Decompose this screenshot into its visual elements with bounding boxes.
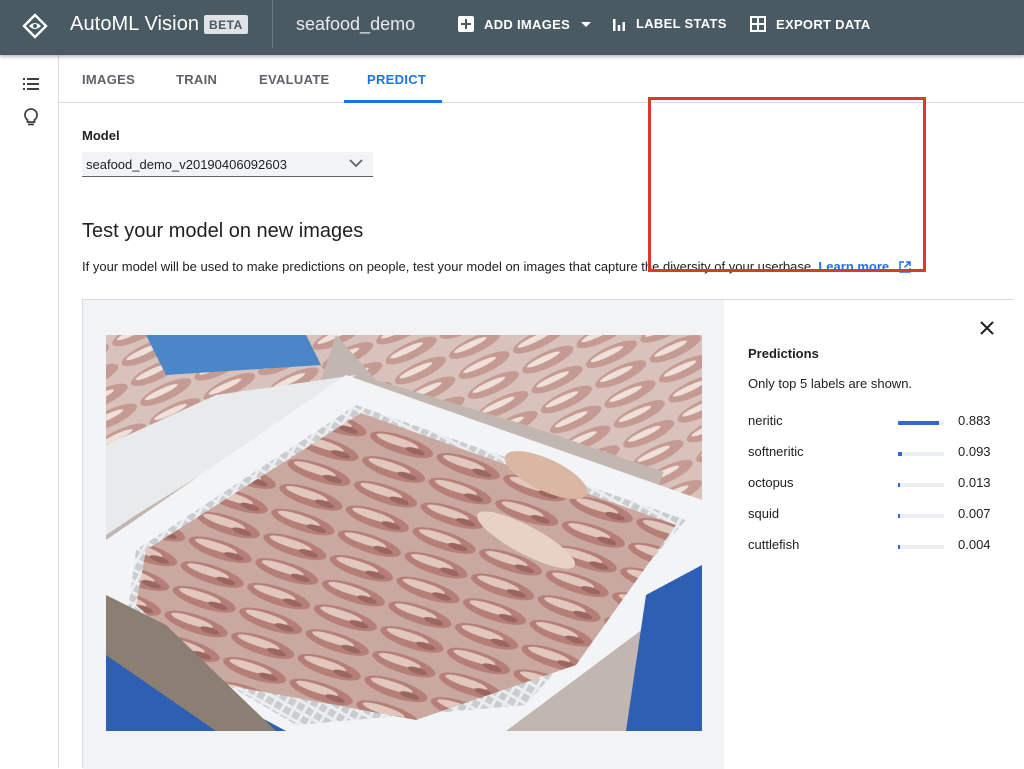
export-data-button[interactable]: EXPORT DATA (750, 16, 871, 32)
prediction-label: octopus (748, 475, 794, 490)
prediction-row: cuttlefish 0.004 (748, 537, 998, 557)
prediction-bar-fill (898, 452, 902, 456)
tab-bar: IMAGES TRAIN EVALUATE PREDICT (59, 55, 1024, 103)
left-rail (0, 55, 59, 768)
app-title: AutoML Vision (70, 13, 200, 35)
prediction-bar (898, 545, 944, 549)
tab-images[interactable]: IMAGES (82, 72, 135, 87)
list-icon[interactable] (21, 74, 41, 94)
bar-chart-icon (613, 18, 625, 31)
prediction-label: softneritic (748, 444, 804, 459)
prediction-score: 0.093 (958, 444, 991, 459)
section-title: Test your model on new images (82, 220, 364, 242)
prediction-bar-fill (898, 545, 900, 549)
prediction-bar (898, 421, 944, 425)
prediction-score: 0.004 (958, 537, 991, 552)
prediction-score: 0.013 (958, 475, 991, 490)
model-select-value: seafood_demo_v20190406092603 (86, 157, 287, 172)
prediction-score: 0.007 (958, 506, 991, 521)
automl-logo-icon[interactable] (22, 13, 48, 39)
tab-evaluate[interactable]: EVALUATE (259, 72, 330, 87)
prediction-bar (898, 483, 944, 487)
prediction-label: cuttlefish (748, 537, 800, 552)
model-label: Model (82, 128, 120, 143)
add-images-label: ADD IMAGES (484, 16, 571, 32)
image-pane (83, 300, 724, 769)
tab-train[interactable]: TRAIN (176, 72, 217, 87)
beta-badge: BETA (204, 15, 248, 34)
prediction-row: squid 0.007 (748, 506, 998, 526)
prediction-bar (898, 452, 944, 456)
active-tab-indicator (344, 100, 442, 103)
predictions-highlight-box (648, 97, 926, 272)
prediction-bar-fill (898, 514, 900, 518)
predictions-note: Only top 5 labels are shown. (748, 376, 913, 391)
model-select[interactable]: seafood_demo_v20190406092603 (82, 152, 373, 177)
dropdown-arrow-icon (581, 22, 592, 27)
tab-predict[interactable]: PREDICT (367, 72, 426, 87)
predictions-title: Predictions (748, 346, 819, 361)
app-bar: AutoML Vision BETA seafood_demo ADD IMAG… (0, 0, 1024, 55)
export-data-label: EXPORT DATA (776, 16, 871, 32)
prediction-preview: Predictions Only top 5 labels are shown.… (82, 299, 1014, 769)
close-icon[interactable] (979, 320, 995, 336)
prediction-row: octopus 0.013 (748, 475, 998, 495)
label-stats-label: LABEL STATS (636, 16, 727, 31)
appbar-divider (272, 0, 273, 48)
add-images-button[interactable]: ADD IMAGES (458, 16, 592, 32)
prediction-row: softneritic 0.093 (748, 444, 998, 464)
prediction-label: neritic (748, 413, 783, 428)
prediction-label: squid (748, 506, 780, 521)
prediction-bar (898, 514, 944, 518)
prediction-row: neritic 0.883 (748, 413, 998, 433)
add-box-icon (458, 16, 474, 32)
grid-icon (750, 16, 766, 32)
seafood-photo (106, 335, 702, 731)
prediction-score: 0.883 (958, 413, 991, 428)
prediction-bar-fill (898, 483, 900, 487)
lightbulb-icon[interactable] (21, 107, 41, 127)
prediction-bar-fill (898, 421, 939, 425)
label-stats-button[interactable]: LABEL STATS (612, 16, 727, 31)
chevron-down-icon (349, 159, 363, 168)
predictions-pane: Predictions Only top 5 labels are shown.… (724, 300, 1014, 769)
dataset-name: seafood_demo (296, 14, 416, 34)
